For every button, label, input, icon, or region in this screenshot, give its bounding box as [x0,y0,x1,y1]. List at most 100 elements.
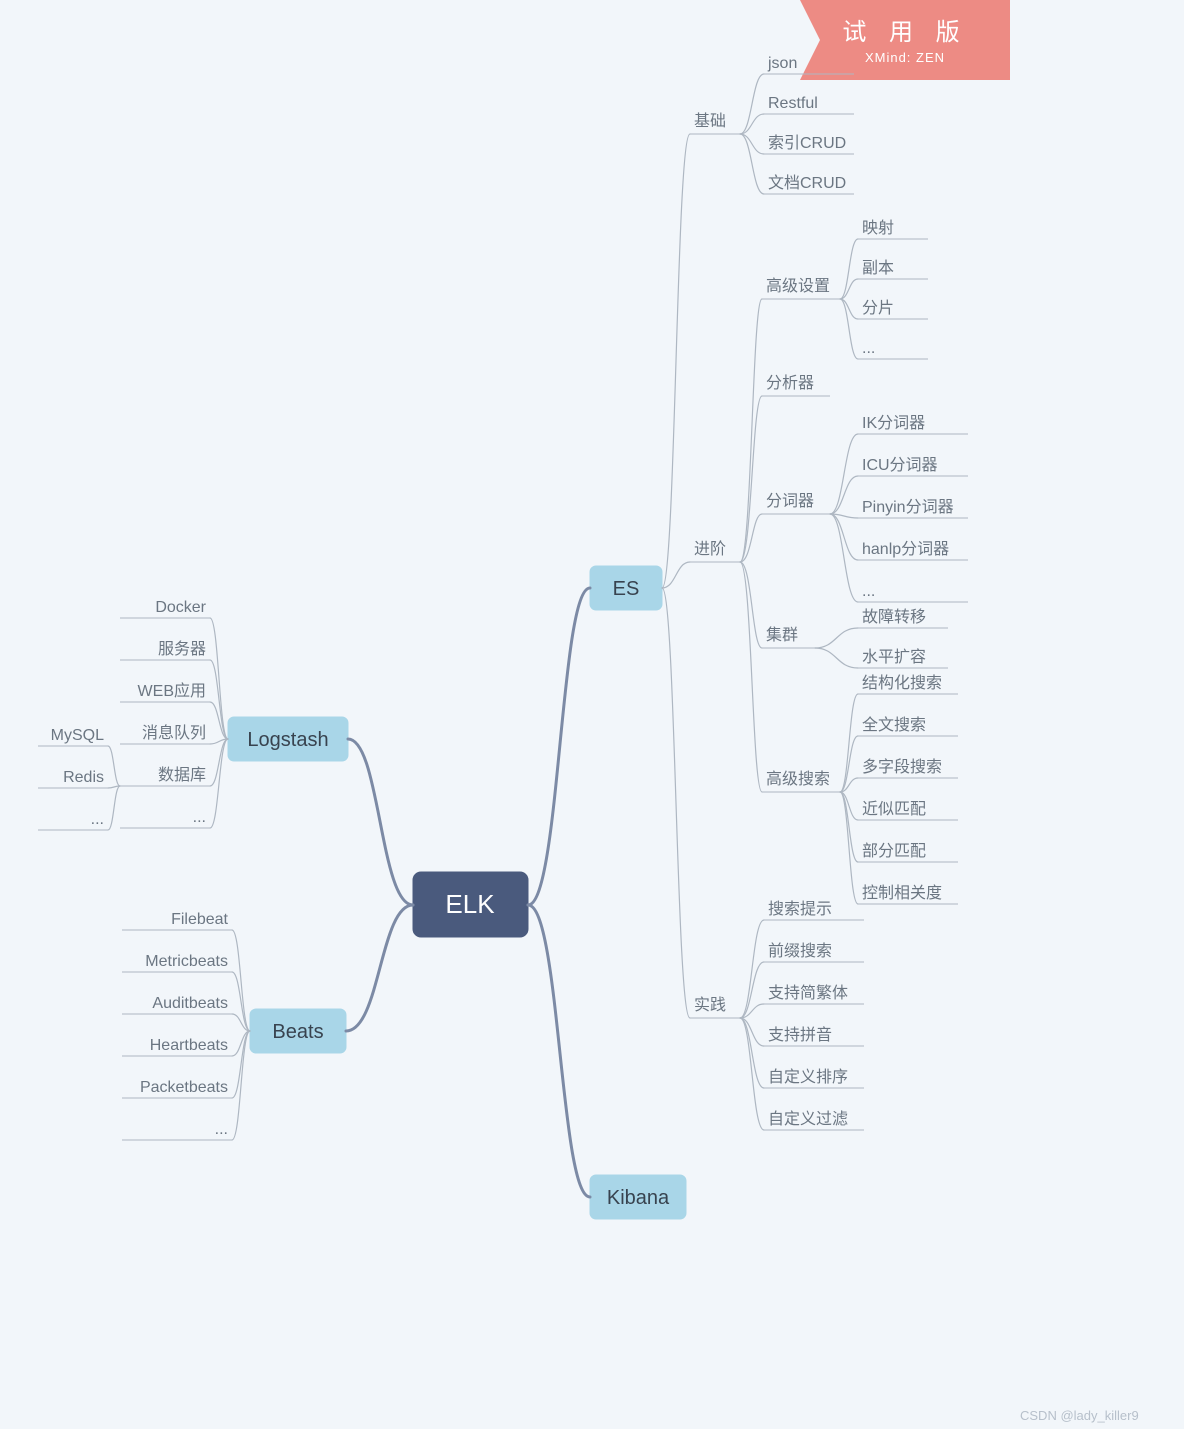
svg-text:...: ... [862,583,875,600]
logstash-item-0[interactable]: Docker [120,599,210,618]
svg-text:集群: 集群 [766,626,798,644]
svg-text:Docker: Docker [155,599,206,616]
basic-item-2[interactable]: 索引CRUD [764,134,854,154]
svg-text:部分匹配: 部分匹配 [862,842,926,860]
svg-text:Auditbeats: Auditbeats [152,995,228,1012]
practice-item-3[interactable]: 支持拼音 [764,1026,864,1046]
database-item-1[interactable]: Redis [38,769,108,788]
basic-item-1[interactable]: Restful [764,95,854,114]
svg-text:消息队列: 消息队列 [142,724,206,742]
settings-item-1[interactable]: 副本 [858,259,928,279]
svg-text:服务器: 服务器 [158,640,206,658]
practice-item-4[interactable]: 自定义排序 [764,1068,864,1088]
trial-title: 试 用 版 [842,19,967,46]
cluster-item-1[interactable]: 水平扩容 [858,648,948,668]
beats-node[interactable]: Beats [250,1009,346,1053]
search-item-2[interactable]: 多字段搜索 [858,758,958,778]
search-item-5[interactable]: 控制相关度 [858,884,958,904]
svg-text:支持拼音: 支持拼音 [768,1026,832,1044]
svg-text:高级搜索: 高级搜索 [766,770,830,788]
svg-text:WEB应用: WEB应用 [138,681,206,700]
practice-item-1[interactable]: 前缀搜索 [764,942,864,962]
logstash-item-2[interactable]: WEB应用 [120,681,210,702]
es-node[interactable]: ES [590,566,662,610]
svg-text:自定义过滤: 自定义过滤 [768,1110,848,1128]
svg-text:高级设置: 高级设置 [766,277,830,295]
svg-text:Filebeat: Filebeat [171,911,228,928]
tokenizer-item-4[interactable]: ... [858,583,968,602]
kibana-node[interactable]: Kibana [590,1175,686,1219]
beats-item-1[interactable]: Metricbeats [122,953,232,972]
search-item-1[interactable]: 全文搜索 [858,716,958,736]
practice-item-0[interactable]: 搜索提示 [764,900,864,920]
svg-text:...: ... [215,1121,228,1138]
svg-text:分片: 分片 [862,299,894,317]
tokenizer-item-2[interactable]: Pinyin分词器 [858,498,968,518]
svg-text:...: ... [862,340,875,357]
es-advanced[interactable]: 进阶 [690,540,740,562]
es-label: ES [613,578,640,600]
footer-watermark: CSDN @lady_killer9 [1020,1408,1139,1423]
svg-text:Heartbeats: Heartbeats [150,1037,228,1054]
svg-text:基础: 基础 [694,112,726,130]
practice-item-2[interactable]: 支持简繁体 [764,984,864,1004]
svg-text:索引CRUD: 索引CRUD [768,134,846,152]
settings-item-0[interactable]: 映射 [858,219,928,239]
svg-text:搜索提示: 搜索提示 [768,900,832,918]
database-item-0[interactable]: MySQL [38,727,108,746]
settings-item-3[interactable]: ... [858,340,928,359]
cluster-item-0[interactable]: 故障转移 [858,608,948,628]
svg-text:自定义排序: 自定义排序 [768,1068,848,1086]
database-item-2[interactable]: ... [38,811,108,830]
svg-text:近似匹配: 近似匹配 [862,800,926,818]
adv-cluster[interactable]: 集群 [762,626,815,648]
adv-settings[interactable]: 高级设置 [762,277,840,299]
search-item-0[interactable]: 结构化搜索 [858,674,958,694]
svg-text:MySQL: MySQL [51,727,104,744]
logstash-item-4[interactable]: 数据库 [120,766,210,786]
svg-text:IK分词器: IK分词器 [862,414,925,432]
svg-text:json: json [767,55,797,72]
beats-item-3[interactable]: Heartbeats [122,1037,232,1056]
svg-text:ICU分词器: ICU分词器 [862,456,938,474]
beats-item-5[interactable]: ... [122,1121,232,1140]
svg-text:前缀搜索: 前缀搜索 [768,942,832,960]
adv-tokenizer[interactable]: 分词器 [762,492,830,514]
svg-text:Packetbeats: Packetbeats [140,1079,228,1096]
adv-analyzer[interactable]: 分析器 [762,374,830,396]
svg-text:数据库: 数据库 [158,766,206,784]
svg-text:分析器: 分析器 [766,374,814,392]
svg-text:故障转移: 故障转移 [862,608,926,626]
kibana-label: Kibana [607,1187,670,1209]
es-basic[interactable]: 基础 [690,112,740,134]
beats-item-4[interactable]: Packetbeats [122,1079,232,1098]
search-item-3[interactable]: 近似匹配 [858,800,958,820]
logstash-item-3[interactable]: 消息队列 [120,724,210,744]
practice-item-5[interactable]: 自定义过滤 [764,1110,864,1130]
tokenizer-item-0[interactable]: IK分词器 [858,414,968,434]
beats-item-0[interactable]: Filebeat [122,911,232,930]
adv-search[interactable]: 高级搜索 [762,770,840,792]
root-node[interactable]: ELK [413,872,528,937]
root-label: ELK [445,889,495,919]
basic-item-3[interactable]: 文档CRUD [764,174,854,194]
trial-banner: 试 用 版 XMind: ZEN [800,0,1010,80]
svg-text:Redis: Redis [63,769,104,786]
beats-label: Beats [272,1021,323,1043]
logstash-node[interactable]: Logstash [228,717,348,761]
svg-text:Restful: Restful [768,95,818,112]
logstash-item-1[interactable]: 服务器 [120,640,210,660]
svg-text:控制相关度: 控制相关度 [862,884,942,902]
tokenizer-item-1[interactable]: ICU分词器 [858,456,968,476]
beats-item-2[interactable]: Auditbeats [122,995,232,1014]
settings-item-2[interactable]: 分片 [858,299,928,319]
svg-text:映射: 映射 [862,219,894,237]
svg-text:全文搜索: 全文搜索 [862,716,926,734]
svg-text:Pinyin分词器: Pinyin分词器 [862,498,954,516]
tokenizer-item-3[interactable]: hanlp分词器 [858,540,968,560]
svg-text:实践: 实践 [694,996,726,1014]
svg-text:Metricbeats: Metricbeats [145,953,228,970]
logstash-item-5[interactable]: ... [120,809,210,828]
es-practice[interactable]: 实践 [690,996,740,1018]
search-item-4[interactable]: 部分匹配 [858,842,958,862]
